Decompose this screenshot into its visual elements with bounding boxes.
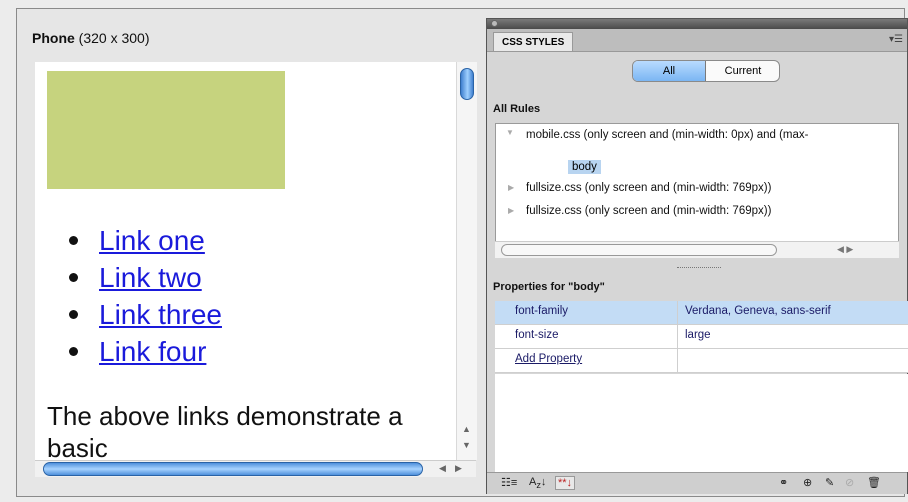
scroll-right-arrow-icon[interactable]: ▶ (455, 463, 462, 474)
link-one[interactable]: Link one (99, 225, 205, 256)
edit-rule-icon[interactable]: ✎ (825, 476, 834, 489)
panel-toolbar: ☷≡ Az↓ **↓ ⚭ ⊕ ✎ ⊘ 🗑 (487, 472, 907, 494)
link-list: Link one Link two Link three Link four (65, 222, 222, 370)
show-set-properties-icon[interactable]: **↓ (555, 476, 576, 490)
bullet-icon (69, 273, 78, 282)
link-three[interactable]: Link three (99, 299, 222, 330)
all-rules-heading: All Rules (493, 103, 541, 115)
attach-stylesheet-icon[interactable]: ⚭ (779, 476, 788, 489)
rules-tree: ▼ mobile.css (only screen and (min-width… (495, 123, 899, 257)
property-value[interactable]: Verdana, Geneva, sans-serif (685, 305, 831, 317)
splitter-handle[interactable] (677, 267, 721, 270)
property-value[interactable]: large (685, 329, 711, 341)
list-item: Link three (65, 296, 222, 333)
panel-titlebar[interactable] (487, 19, 907, 29)
properties-heading: Properties for "body" (493, 281, 605, 293)
green-image-placeholder (47, 71, 285, 189)
scroll-thumb[interactable] (43, 462, 423, 476)
collapsed-triangle-icon[interactable]: ▶ (508, 183, 514, 192)
scroll-left-arrow-icon[interactable]: ◀ (439, 463, 446, 474)
add-property-row: Add Property (495, 349, 908, 373)
panel-menu-icon[interactable]: ▾☰ (889, 34, 903, 45)
horizontal-scrollbar[interactable]: ◀ ▶ (35, 460, 476, 477)
phone-size-label: Phone (320 x 300) (32, 30, 150, 46)
bullet-icon (69, 236, 78, 245)
link-two[interactable]: Link two (99, 262, 202, 293)
collapsed-triangle-icon[interactable]: ▶ (508, 206, 514, 215)
phone-dimensions: (320 x 300) (78, 30, 150, 46)
css-styles-panel: CSS STYLES ▾☰ All Current All Rules ▼ mo… (486, 18, 908, 494)
new-css-rule-icon[interactable]: ⊕ (803, 476, 812, 489)
scroll-thumb[interactable] (460, 68, 474, 100)
rule-fullsize[interactable]: fullsize.css (only screen and (min-width… (526, 182, 771, 194)
mode-current-button[interactable]: Current (706, 61, 779, 81)
bullet-icon (69, 347, 78, 356)
add-property-link[interactable]: Add Property (515, 353, 582, 365)
list-item: Link two (65, 259, 222, 296)
link-four[interactable]: Link four (99, 336, 206, 367)
phone-viewport: Link one Link two Link three Link four T… (35, 62, 463, 460)
bullet-icon (69, 310, 78, 319)
rule-mobile[interactable]: mobile.css (only screen and (min-width: … (526, 129, 809, 141)
vertical-scrollbar[interactable]: ▲ ▼ (456, 62, 477, 460)
paragraph-text: The above links demonstrate a basic (47, 401, 403, 460)
rules-horizontal-scrollbar[interactable]: ◀ ▶ (495, 241, 899, 258)
scroll-thumb[interactable] (501, 244, 777, 256)
mode-toggle: All Current (632, 60, 780, 82)
panel-tabbar: CSS STYLES ▾☰ (487, 29, 907, 52)
scroll-down-arrow-icon[interactable]: ▼ (462, 440, 471, 450)
properties-empty-area (495, 374, 908, 472)
phone-label: Phone (32, 30, 75, 46)
property-row[interactable]: font-family Verdana, Geneva, sans-serif (495, 301, 908, 325)
properties-table: font-family Verdana, Geneva, sans-serif … (495, 301, 908, 373)
disable-property-icon[interactable]: ⊘ (845, 476, 854, 489)
alphabetical-view-icon[interactable]: Az↓ (529, 476, 546, 490)
trash-icon[interactable]: 🗑 (867, 476, 881, 489)
scroll-up-arrow-icon[interactable]: ▲ (462, 424, 471, 434)
mode-all-button[interactable]: All (633, 61, 706, 81)
list-item: Link four (65, 333, 222, 370)
property-name: font-size (515, 329, 559, 341)
rule-fullsize[interactable]: fullsize.css (only screen and (min-width… (526, 205, 771, 217)
tab-css-styles[interactable]: CSS STYLES (493, 32, 573, 51)
category-view-icon[interactable]: ☷≡ (501, 476, 517, 489)
list-item: Link one (65, 222, 222, 259)
expanded-triangle-icon[interactable]: ▼ (506, 128, 514, 137)
property-row[interactable]: font-size large (495, 325, 908, 349)
close-icon[interactable] (491, 20, 498, 27)
scroll-arrows-icon[interactable]: ◀ ▶ (837, 244, 853, 255)
property-name: font-family (515, 305, 569, 317)
rule-body-selected[interactable]: body (568, 160, 601, 174)
